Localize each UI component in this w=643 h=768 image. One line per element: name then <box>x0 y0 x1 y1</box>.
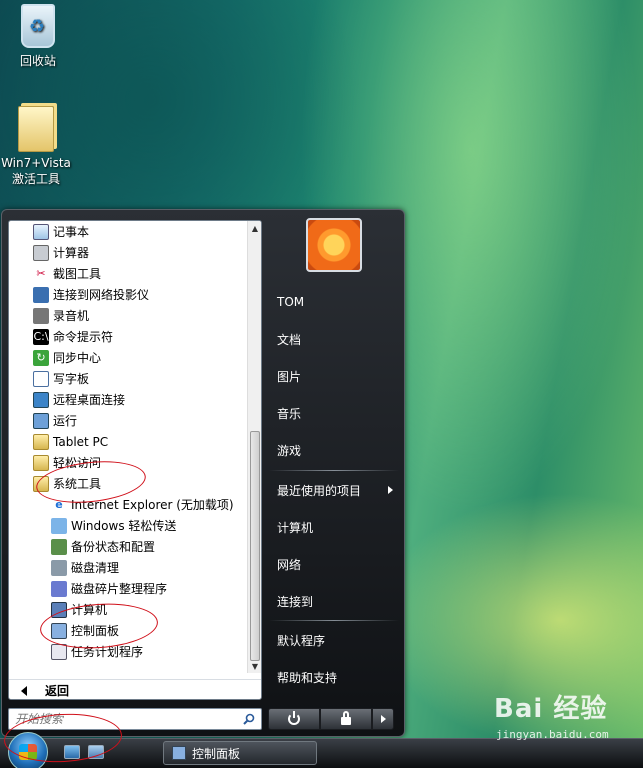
recent-items-arrow-icon <box>388 486 393 494</box>
taskbar-button-label: 控制面板 <box>192 746 241 761</box>
scroll-thumb[interactable] <box>250 431 260 661</box>
folder-icon <box>33 433 49 450</box>
lock-button[interactable] <box>320 708 372 730</box>
wordpad-icon <box>33 370 49 387</box>
program-item-easy-transfer[interactable]: Windows 轻松传送 <box>51 515 176 536</box>
shutdown-options-button[interactable] <box>372 708 394 730</box>
control-panel-icon <box>172 746 186 760</box>
recycle-bin-label: 回收站 <box>19 54 56 68</box>
watermark-url: jingyan.baidu.com <box>496 728 609 741</box>
search-icon[interactable] <box>243 713 255 725</box>
right-item-connect-to[interactable]: 连接到 <box>277 590 397 612</box>
calculator-icon <box>33 244 49 261</box>
program-item-defragmenter[interactable]: 磁盘碎片整理程序 <box>51 578 167 599</box>
program-item-snipping-tool[interactable]: ✂ 截图工具 <box>33 263 101 284</box>
watermark-logo: Bai 经验 <box>494 694 608 724</box>
back-label: 返回 <box>45 684 70 698</box>
activation-folder-desktop-icon[interactable]: Win7+Vista 激活工具 <box>0 106 76 187</box>
scroll-up-arrow-icon[interactable]: ▲ <box>248 221 261 235</box>
right-item-recent-items[interactable]: 最近使用的项目 <box>277 479 397 501</box>
power-buttons <box>268 708 396 730</box>
disk-cleanup-icon <box>51 559 67 576</box>
remote-desktop-icon <box>33 391 49 408</box>
easy-transfer-icon <box>51 517 67 534</box>
program-item-command-prompt[interactable]: C:\ 命令提示符 <box>33 326 113 347</box>
program-list-scrollbar[interactable]: ▲ ▼ <box>247 221 261 673</box>
user-avatar[interactable] <box>306 218 362 272</box>
power-button[interactable] <box>268 708 320 730</box>
right-separator <box>269 620 399 621</box>
folder-label-line1: Win7+Vista <box>1 156 71 170</box>
right-item-pictures[interactable]: 图片 <box>277 365 397 387</box>
right-item-network[interactable]: 网络 <box>277 553 397 575</box>
recycle-bin-desktop-icon[interactable]: 回收站 <box>0 4 78 69</box>
sound-recorder-icon <box>33 307 49 324</box>
program-item-wordpad[interactable]: 写字板 <box>33 368 89 389</box>
lock-icon <box>341 711 351 725</box>
notepad-icon <box>33 223 49 240</box>
network-projector-icon <box>33 286 49 303</box>
program-item-network-projector[interactable]: 连接到网络投影仪 <box>33 284 149 305</box>
program-item-sync-center[interactable]: ↻ 同步中心 <box>33 347 101 368</box>
baidu-jingyan-watermark: Bai 经验 jingyan.baidu.com <box>494 688 634 748</box>
folder-label-line2: 激活工具 <box>11 172 60 186</box>
right-item-music[interactable]: 音乐 <box>277 402 397 424</box>
program-item-sound-recorder[interactable]: 录音机 <box>33 305 89 326</box>
run-icon <box>33 412 49 429</box>
program-item-remote-desktop[interactable]: 远程桌面连接 <box>33 389 125 410</box>
backup-icon <box>51 538 67 555</box>
chevron-right-icon <box>380 715 386 723</box>
right-item-computer[interactable]: 计算机 <box>277 516 397 538</box>
power-icon <box>288 711 300 725</box>
program-item-backup[interactable]: 备份状态和配置 <box>51 536 155 557</box>
folder-icon <box>33 454 49 471</box>
right-item-help-and-support[interactable]: 帮助和支持 <box>277 666 397 688</box>
recycle-bin-icon <box>21 4 55 48</box>
program-item-calculator[interactable]: 计算器 <box>33 242 89 263</box>
snipping-tool-icon: ✂ <box>36 267 46 280</box>
program-folder-tablet-pc[interactable]: Tablet PC <box>33 431 108 452</box>
back-button[interactable]: 返回 <box>9 679 261 699</box>
command-prompt-icon: C:\ <box>33 328 49 345</box>
program-item-run[interactable]: 运行 <box>33 410 77 431</box>
program-item-disk-cleanup[interactable]: 磁盘清理 <box>51 557 119 578</box>
right-separator <box>269 470 399 471</box>
defragmenter-icon <box>51 580 67 597</box>
back-arrow-icon <box>21 685 27 696</box>
right-item-default-programs[interactable]: 默认程序 <box>277 629 397 651</box>
right-item-documents[interactable]: 文档 <box>277 328 397 350</box>
taskbar-button-control-panel[interactable]: 控制面板 <box>163 741 317 765</box>
scroll-down-arrow-icon[interactable]: ▼ <box>248 659 261 673</box>
folder-icon <box>18 106 54 152</box>
sync-center-icon: ↻ <box>33 349 49 366</box>
program-item-notepad[interactable]: 记事本 <box>33 221 89 242</box>
right-item-games[interactable]: 游戏 <box>277 439 397 461</box>
right-item-user[interactable]: TOM <box>277 291 397 313</box>
